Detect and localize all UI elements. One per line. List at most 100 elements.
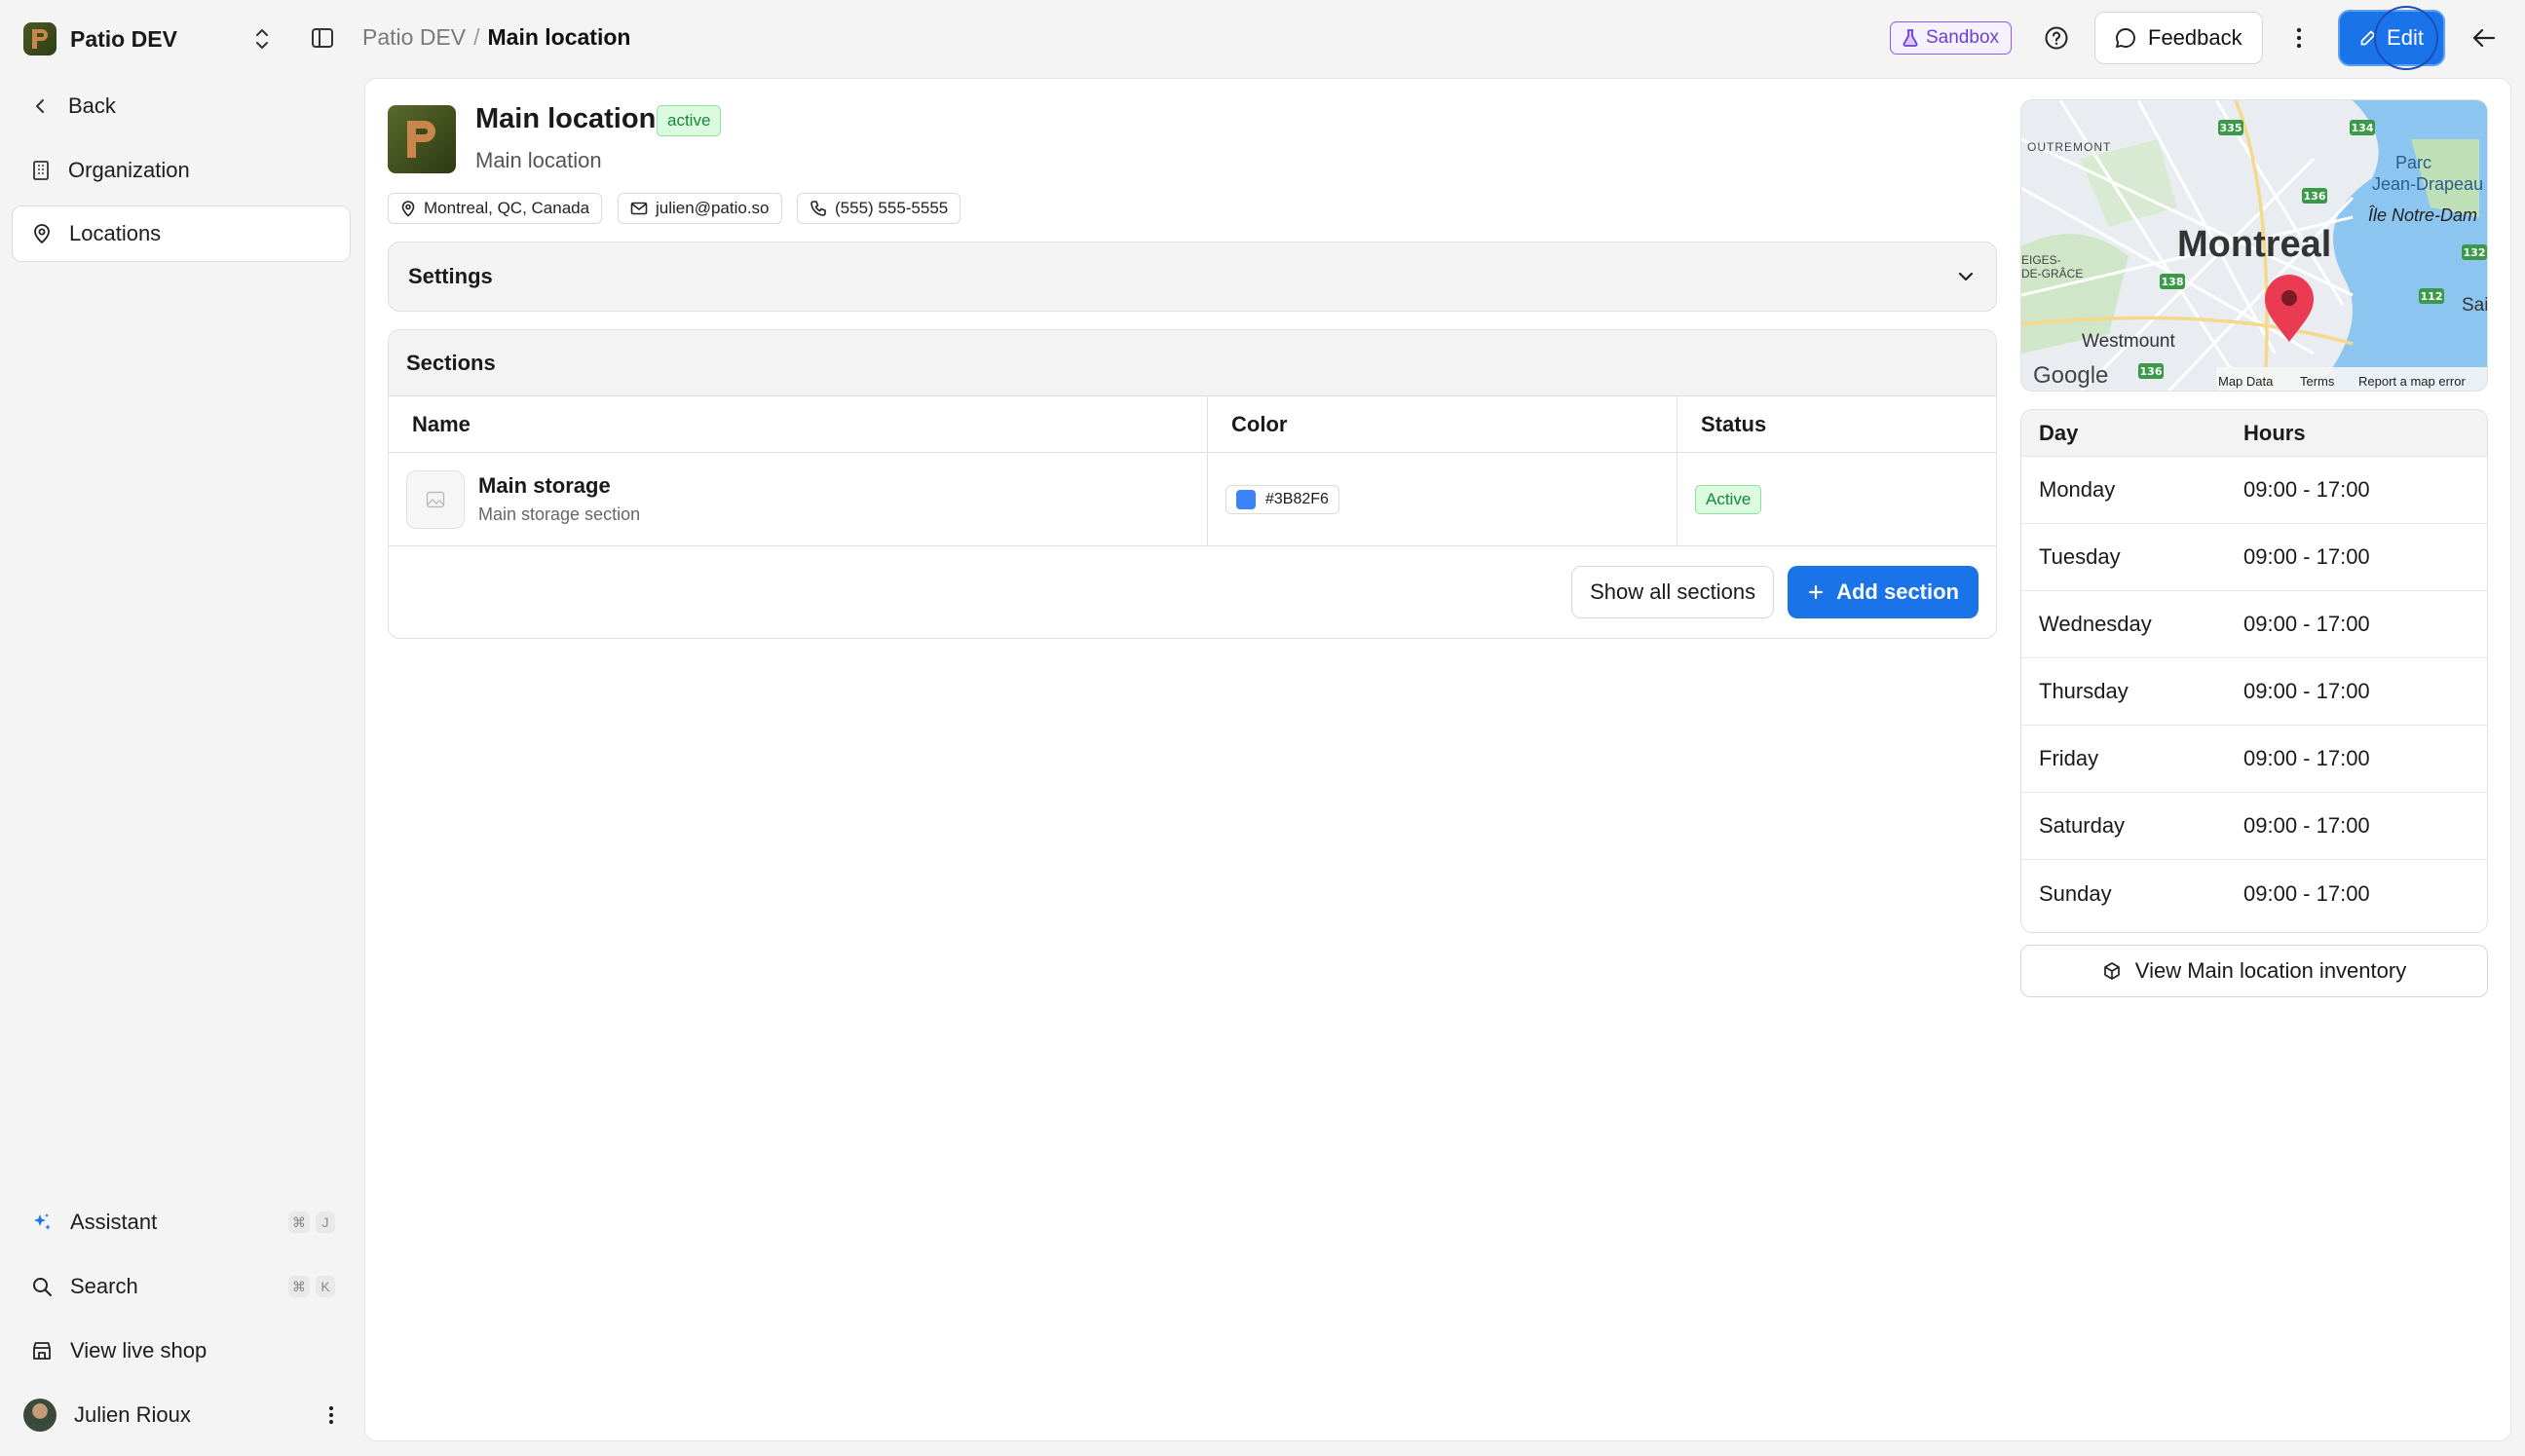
location-map[interactable]: 335 134 136 132 112 138 136 OUTREMONT Pa… [2020,99,2488,392]
hours-row: Tuesday 09:00 - 17:00 [2021,524,2487,591]
building-icon [33,161,49,180]
kbd-key: K [316,1276,335,1297]
day-cell: Friday [2039,746,2099,770]
chevron-left-icon [36,99,44,113]
workspace-logo [23,22,57,56]
breadcrumb-separator: / [473,24,480,50]
breadcrumb-parent[interactable]: Patio DEV [362,24,466,51]
sidebar-item-search[interactable]: Search ⌘ K [12,1258,351,1315]
sidebar-item-label: Organization [68,158,190,182]
hours-row: Monday 09:00 - 17:00 [2021,457,2487,524]
breadcrumb-current: Main location [487,24,631,50]
cell-status: Active [1677,453,1996,545]
user-name: Julien Rioux [74,1402,191,1427]
hours-cell: 09:00 - 17:00 [2243,477,2370,502]
workspace-switcher[interactable]: Patio DEV [23,19,177,58]
add-section-button[interactable]: Add section [1788,566,1979,618]
address-chip[interactable]: Montreal, QC, Canada [388,193,603,224]
color-hex: #3B82F6 [1265,490,1329,507]
sidebar-item-locations[interactable]: Locations [12,205,351,262]
sections-title: Sections [406,350,496,375]
keyboard-shortcut: ⌘ J [288,1212,335,1233]
settings-accordion[interactable]: Settings [388,242,1997,312]
sparkle-icon [34,1213,51,1230]
cell-name: Main storage Main storage section [389,453,1207,545]
image-placeholder-icon [406,469,465,529]
hours-row: Saturday 09:00 - 17:00 [2021,793,2487,860]
sidebar-toggle-icon[interactable] [310,25,335,51]
map-label: OUTREMONT [2027,140,2111,154]
phone-chip[interactable]: (555) 555-5555 [797,193,961,224]
hours-row: Friday 09:00 - 17:00 [2021,726,2487,793]
highway-label: 112 [2421,290,2443,303]
hours-cell: 09:00 - 17:00 [2243,544,2370,569]
column-header-status[interactable]: Status [1677,396,1996,452]
help-icon[interactable] [2044,25,2069,51]
map-label: EIGES- [2021,253,2061,267]
table-row[interactable]: Main storage Main storage section #3B82F… [389,453,1996,546]
email-text: julien@patio.so [656,199,770,217]
keyboard-shortcut: ⌘ K [288,1276,335,1297]
hours-cell: 09:00 - 17:00 [2243,612,2370,636]
location-title: Main location [475,103,657,134]
phone-text: (555) 555-5555 [835,199,949,217]
sandbox-badge[interactable]: Sandbox [1890,21,2013,55]
sidebar-item-organization[interactable]: Organization [12,142,351,199]
column-header-color[interactable]: Color [1207,396,1677,452]
sidebar-item-back[interactable]: Back [12,78,351,134]
user-menu[interactable]: Julien Rioux [12,1387,351,1443]
more-vertical-icon[interactable] [2289,23,2309,53]
hours-cell: 09:00 - 17:00 [2243,813,2370,838]
show-all-sections-button[interactable]: Show all sections [1571,566,1775,618]
store-icon [33,1342,51,1360]
feedback-label: Feedback [2148,25,2242,50]
kbd-key: ⌘ [288,1212,310,1233]
kbd-key: ⌘ [288,1276,310,1297]
status-badge: active [657,105,722,136]
day-cell: Saturday [2039,813,2126,838]
section-description: Main storage section [478,504,641,524]
map-data-link[interactable]: Map Data [2218,374,2274,389]
highway-label: 136 [2140,365,2163,378]
cell-color: #3B82F6 [1207,453,1677,545]
feedback-button[interactable]: Feedback [2094,12,2263,64]
column-header-name[interactable]: Name [389,396,1207,452]
view-inventory-label: View Main location inventory [2134,958,2407,983]
more-vertical-icon[interactable] [321,1401,341,1429]
address-text: Montreal, QC, Canada [424,199,590,217]
view-inventory-button[interactable]: View Main location inventory [2020,945,2488,997]
highway-label: 335 [2220,122,2242,134]
breadcrumb: Patio DEV / Main location [362,24,630,51]
cursor-focus-ring [2374,6,2438,70]
highway-label: 138 [2162,276,2184,288]
map-pin-icon [34,224,50,244]
hours-cell: 09:00 - 17:00 [2243,679,2370,703]
map-label: Île Notre-Dam [2368,205,2477,225]
hours-table: Day Hours Monday 09:00 - 17:00 Tuesday 09:… [2020,409,2488,933]
sidebar-item-view-live-shop[interactable]: View live shop [12,1323,351,1379]
package-icon [2103,962,2120,980]
map-pin-icon [401,201,415,217]
hours-row: Wednesday 09:00 - 17:00 [2021,591,2487,658]
map-report-link[interactable]: Report a map error [2358,374,2466,389]
arrow-left-icon[interactable] [2470,25,2498,51]
day-cell: Monday [2039,477,2116,502]
email-chip[interactable]: julien@patio.so [618,193,782,224]
chevron-up-down-icon[interactable] [251,25,273,53]
flask-icon [1903,29,1918,47]
section-name: Main storage [478,473,611,498]
status-badge: Active [1695,484,1762,514]
map-terms-link[interactable]: Terms [2300,374,2335,389]
avatar [23,1399,57,1432]
sidebar-item-label: Assistant [70,1210,158,1234]
sidebar-item-assistant[interactable]: Assistant ⌘ J [12,1194,351,1251]
hours-cell: 09:00 - 17:00 [2243,880,2370,906]
sections-header: Sections [389,330,1996,396]
mail-icon [630,202,648,215]
sections-card: Sections Name Color Status Main storage … [388,329,1997,639]
phone-icon [810,201,826,216]
add-section-label: Add section [1836,579,1959,604]
sidebar-item-label: Back [68,93,116,118]
highway-label: 134 [2352,122,2374,134]
color-swatch [1236,489,1256,509]
